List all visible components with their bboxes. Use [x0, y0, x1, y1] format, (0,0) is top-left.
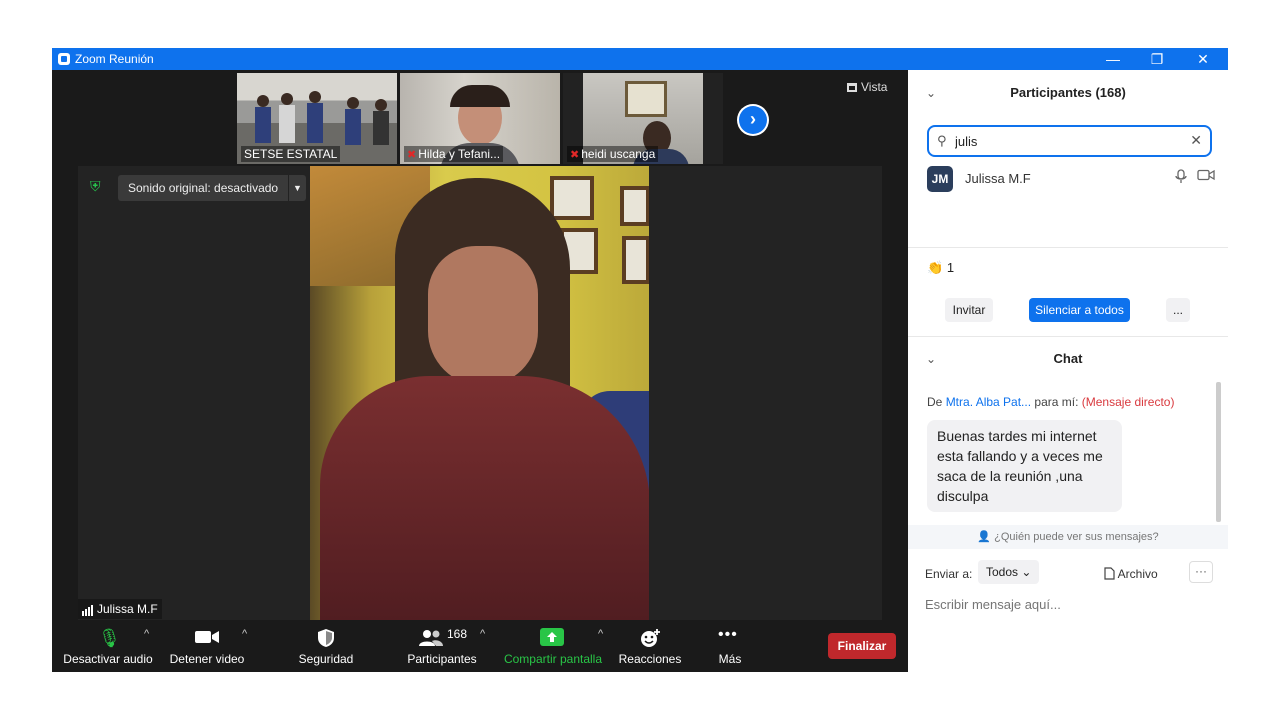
- participant-name: Julissa M.F: [965, 171, 1031, 186]
- reaction-counter: 👏 1: [927, 260, 955, 275]
- chat-scrollbar[interactable]: [1216, 382, 1221, 522]
- video-area: SETSE ESTATAL ✖ Hilda y Tefani... ✖ heidi …: [52, 70, 908, 620]
- person-icon: 👤: [977, 531, 992, 543]
- next-page-button[interactable]: ›: [737, 104, 769, 136]
- shield-icon: [316, 628, 336, 648]
- people-icon: [418, 628, 444, 648]
- main-video: ⛨ Sonido original: desactivado ▼ Julissa…: [78, 166, 882, 620]
- who-can-see-link[interactable]: 👤 ¿Quién puede ver sus mensajes?: [908, 525, 1228, 549]
- file-icon: [1104, 567, 1118, 581]
- zoom-app-icon: [58, 53, 70, 65]
- title-bar: Zoom Reunión — ❐ ✕: [52, 48, 1228, 70]
- thumbnail-name: ✖ Hilda y Tefani...: [404, 146, 504, 162]
- chevron-up-icon[interactable]: ^: [242, 628, 247, 640]
- thumbnail-name: ✖ heidi uscanga: [567, 146, 659, 162]
- close-button[interactable]: ✕: [1180, 48, 1226, 70]
- zoom-window: Zoom Reunión — ❐ ✕ SETSE ESTATAL ✖ Hilda …: [52, 48, 1228, 672]
- encryption-shield-icon: ⛨: [90, 178, 101, 194]
- chat-header: ⌄ Chat: [908, 337, 1228, 381]
- chat-more-button[interactable]: ···: [1189, 561, 1213, 583]
- restore-button[interactable]: ❐: [1134, 48, 1180, 70]
- stop-video-button[interactable]: ^ Detener video: [164, 620, 250, 672]
- security-button[interactable]: Seguridad: [292, 620, 360, 672]
- microphone-icon: [1175, 169, 1187, 188]
- message-sender[interactable]: Mtra. Alba Pat...: [946, 395, 1031, 409]
- share-screen-button[interactable]: ^ Compartir pantalla: [502, 620, 604, 672]
- gallery-thumbnail[interactable]: ✖ heidi uscanga: [563, 73, 723, 164]
- search-input[interactable]: [955, 132, 1185, 150]
- invite-button[interactable]: Invitar: [945, 298, 993, 322]
- original-sound-button[interactable]: Sonido original: desactivado ▼: [118, 175, 306, 201]
- view-button[interactable]: Vista: [847, 80, 887, 94]
- participants-button[interactable]: 168 ^ Participantes: [392, 620, 492, 672]
- send-to-label: Enviar a:: [925, 567, 973, 581]
- participants-header: ⌄ Participantes (168): [908, 71, 1228, 115]
- more-options-button[interactable]: ...: [1166, 298, 1190, 322]
- microphone-icon: 🎙: [98, 628, 121, 648]
- muted-mic-icon: ✖: [570, 149, 580, 161]
- share-screen-icon: [540, 628, 564, 648]
- participant-search[interactable]: ⚲ ✕: [927, 125, 1212, 157]
- clap-icon: 👏: [927, 260, 944, 275]
- thumbnail-name: SETSE ESTATAL: [241, 146, 341, 162]
- chevron-up-icon[interactable]: ^: [598, 628, 603, 640]
- chevron-down-icon: ⌄: [1021, 565, 1032, 579]
- video-camera-icon: [1197, 169, 1215, 184]
- smiley-plus-icon: [640, 628, 662, 648]
- chevron-up-icon[interactable]: ^: [144, 628, 149, 640]
- side-panel: ⌄ Participantes (168) ⚲ ✕ JM Julissa M.F…: [908, 70, 1228, 672]
- chevron-down-icon[interactable]: ⌄: [926, 337, 936, 381]
- search-icon: ⚲: [937, 133, 947, 148]
- more-button[interactable]: ••• Más: [702, 620, 758, 672]
- video-camera-icon: [194, 628, 220, 648]
- speaker-name-tag: Julissa M.F: [78, 599, 162, 619]
- window-title: Zoom Reunión: [75, 52, 154, 66]
- chat-message-input[interactable]: [925, 594, 1215, 614]
- chevron-down-icon[interactable]: ⌄: [926, 71, 936, 115]
- gallery-thumbnail[interactable]: ✖ Hilda y Tefani...: [400, 73, 560, 164]
- speaker-video: [310, 166, 649, 620]
- ellipsis-icon: •••: [718, 626, 738, 643]
- file-button[interactable]: Archivo: [1104, 567, 1158, 581]
- gallery-thumbnail[interactable]: SETSE ESTATAL: [237, 73, 397, 164]
- chat-message-bubble: Buenas tardes mi internet esta fallando …: [927, 420, 1122, 512]
- reactions-button[interactable]: Reacciones: [616, 620, 684, 672]
- recipient-dropdown[interactable]: Todos ⌄: [978, 560, 1040, 584]
- signal-strength-icon: [82, 602, 94, 616]
- participant-count: 168: [447, 627, 468, 641]
- chevron-down-icon[interactable]: ▼: [288, 175, 306, 201]
- avatar: JM: [927, 166, 953, 192]
- mute-all-button[interactable]: Silenciar a todos: [1029, 298, 1130, 322]
- clear-icon[interactable]: ✕: [1190, 132, 1202, 149]
- muted-mic-icon: ✖: [407, 149, 417, 161]
- mute-audio-button[interactable]: 🎙 ^ Desactivar audio: [58, 620, 158, 672]
- end-meeting-button[interactable]: Finalizar: [828, 633, 896, 659]
- chevron-up-icon[interactable]: ^: [480, 628, 485, 640]
- chevron-right-icon: ›: [739, 106, 767, 134]
- chat-message-header: De Mtra. Alba Pat... para mí: (Mensaje d…: [927, 395, 1175, 409]
- minimize-button[interactable]: —: [1090, 48, 1136, 70]
- grid-icon: [847, 83, 857, 92]
- participant-row[interactable]: JM Julissa M.F: [927, 166, 1217, 192]
- meeting-toolbar: 🎙 ^ Desactivar audio ^ Detener video Seg…: [52, 620, 908, 672]
